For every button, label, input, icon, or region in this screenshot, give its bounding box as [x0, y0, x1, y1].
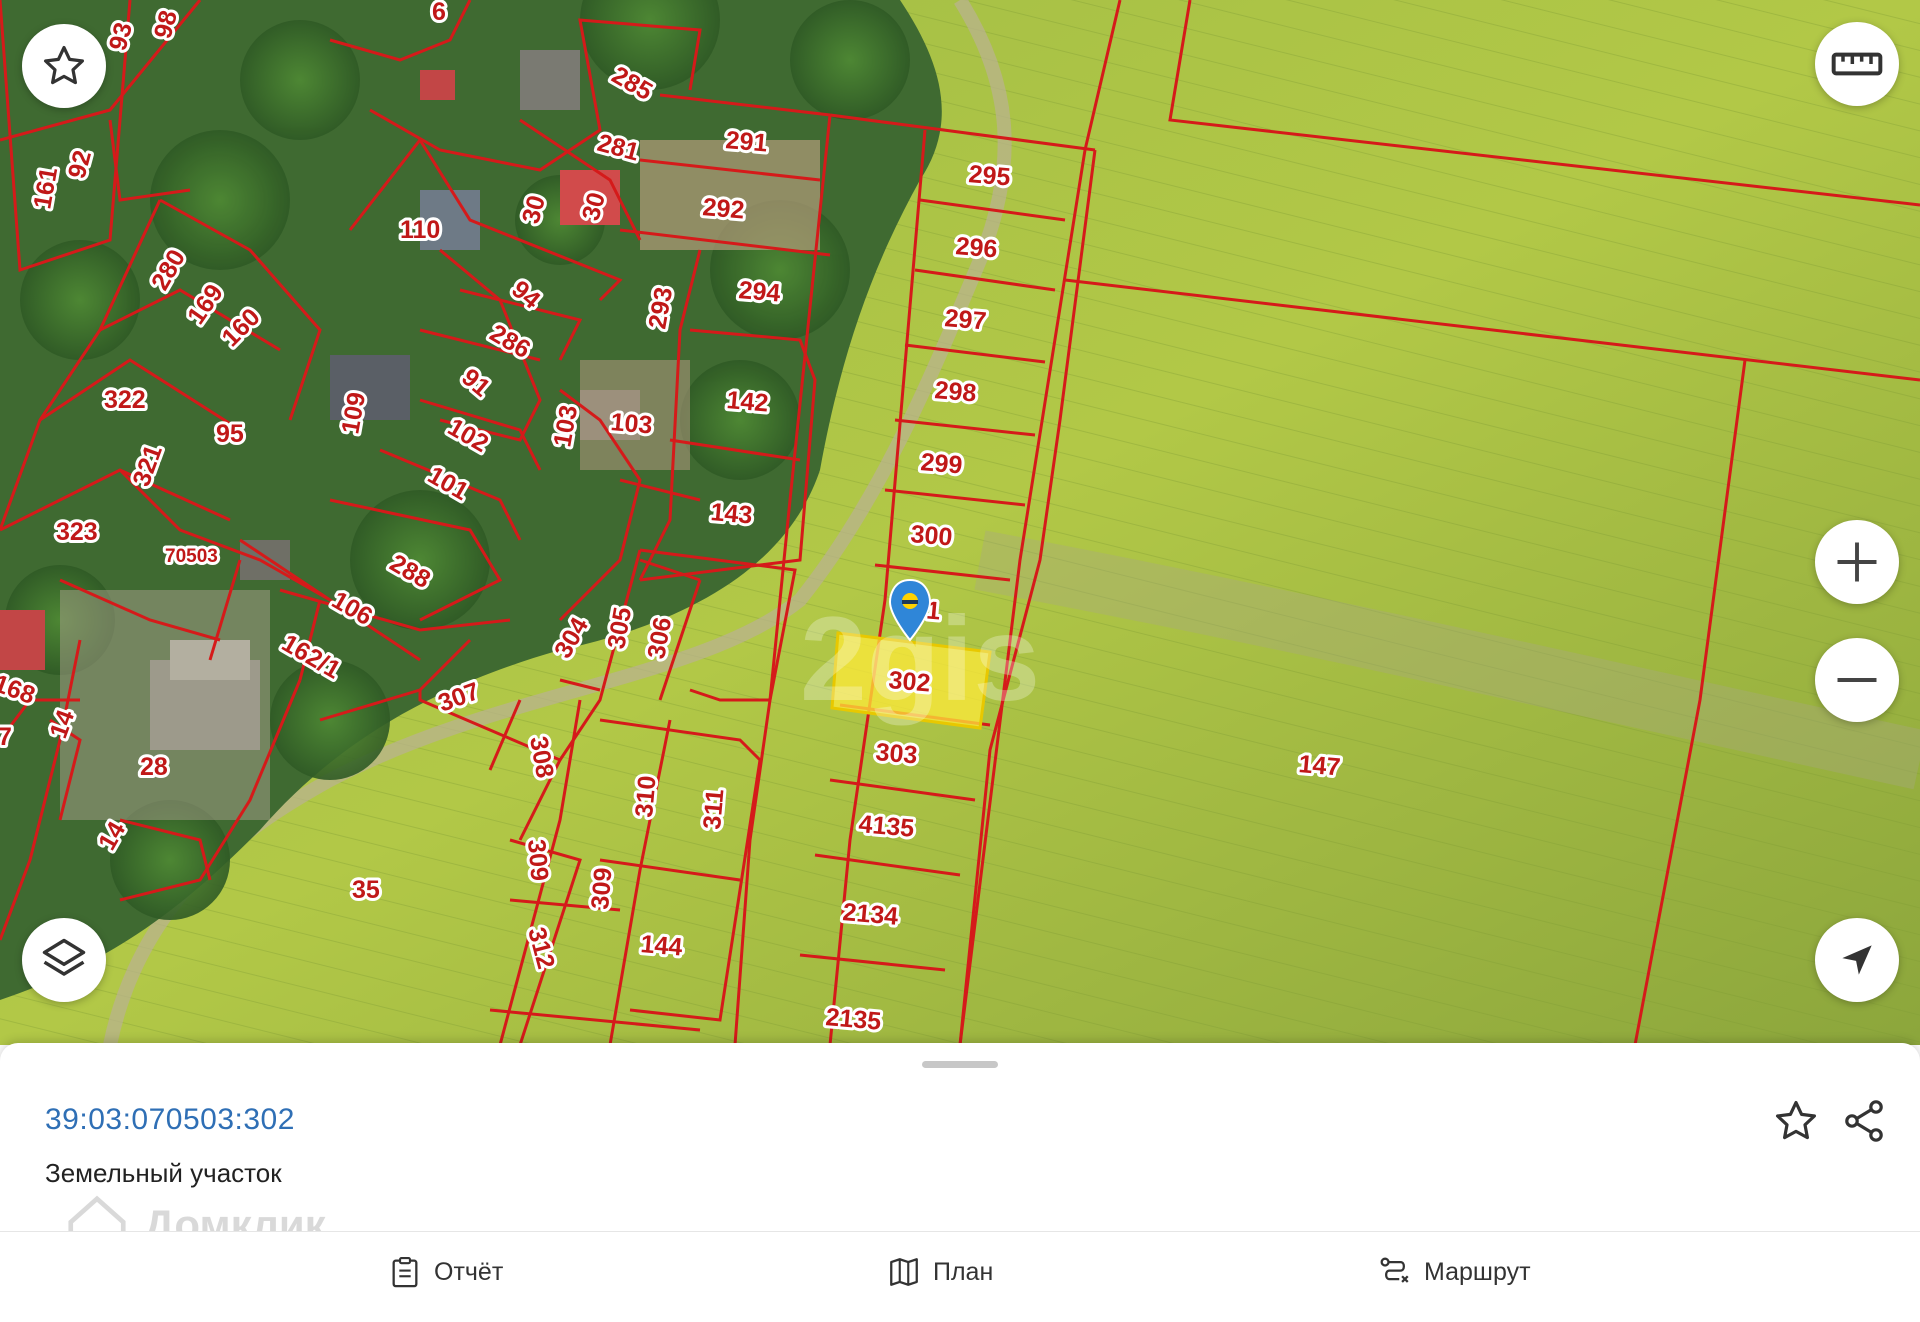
parcel-label: 110	[400, 216, 440, 244]
parcel-label: 296	[954, 232, 998, 264]
favorite-map-button[interactable]	[22, 24, 106, 108]
parcel-label: 28	[140, 753, 168, 781]
layers-icon	[42, 938, 86, 976]
navigation-arrow-icon	[1842, 945, 1872, 975]
parcel-label: 298	[933, 376, 977, 408]
minus-icon	[1837, 678, 1877, 682]
parcel-label: 323	[56, 518, 98, 546]
parcel-label: 302	[887, 666, 931, 698]
zoom-out-button[interactable]	[1815, 638, 1899, 722]
parcel-label: 144	[639, 930, 683, 962]
parcel-label: 142	[725, 386, 769, 418]
parcel-label: 300	[909, 520, 953, 552]
parcel-label: 2134	[841, 898, 899, 931]
parcel-label: 143	[709, 498, 753, 530]
parcel-label: 295	[967, 160, 1011, 192]
cadastral-number-link[interactable]: 39:03:070503:302	[45, 1103, 295, 1137]
parcel-label: 311	[698, 788, 729, 831]
bottom-action-bar: Отчёт План Маршрут	[0, 1231, 1920, 1322]
parcel-label: 309	[522, 838, 554, 882]
zoom-in-button[interactable]	[1815, 520, 1899, 604]
report-label: Отчёт	[434, 1257, 504, 1286]
parcel-label: 309	[586, 867, 618, 911]
parcel-label: 7	[0, 723, 12, 751]
route-icon	[1380, 1257, 1409, 1283]
parcel-label: 297	[943, 304, 987, 336]
parcel-label: 291	[724, 126, 768, 158]
sheet-drag-handle[interactable]	[922, 1061, 998, 1068]
ruler-button[interactable]	[1815, 22, 1899, 106]
parcel-label: 70503	[165, 546, 218, 567]
ruler-icon	[1831, 52, 1883, 76]
star-icon	[1776, 1101, 1816, 1140]
parcel-label: 147	[1297, 750, 1341, 782]
satellite-map[interactable]: 2gis 98 93 6 285 281 291 92 161 30 30 11…	[0, 0, 1920, 1045]
parcel-label: 299	[919, 448, 963, 480]
parcel-label: 292	[701, 193, 745, 225]
share-icon	[1845, 1100, 1883, 1142]
parcel-label: 303	[874, 738, 918, 770]
parcel-type-label: Земельный участок	[45, 1158, 282, 1188]
parcel-label: 35	[352, 876, 380, 904]
plan-label: План	[933, 1257, 994, 1286]
plan-button[interactable]: План	[887, 1252, 993, 1292]
parcel-label: 103	[609, 408, 653, 440]
parcel-label: 294	[737, 276, 781, 308]
my-location-button[interactable]	[1815, 918, 1899, 1002]
plus-icon	[1837, 542, 1877, 582]
parcel-label: 4135	[857, 810, 915, 843]
add-to-favorites-button[interactable]	[1772, 1097, 1820, 1145]
parcel-label: 2135	[824, 1003, 882, 1036]
report-icon	[392, 1257, 418, 1288]
report-button[interactable]: Отчёт	[388, 1252, 503, 1292]
parcel-label: 6	[432, 0, 446, 26]
route-label: Маршрут	[1424, 1257, 1531, 1286]
parcel-label: 95	[216, 420, 244, 448]
parcel-label: 310	[630, 775, 662, 819]
share-button[interactable]	[1840, 1097, 1888, 1145]
map-icon	[890, 1258, 918, 1286]
star-icon	[44, 46, 84, 85]
route-button[interactable]: Маршрут	[1378, 1252, 1531, 1292]
parcel-info-sheet: 39:03:070503:302 Земельный участок Домкл…	[0, 1043, 1920, 1254]
map-view[interactable]: 2gis 98 93 6 285 281 291 92 161 30 30 11…	[0, 0, 1920, 1045]
layers-button[interactable]	[22, 918, 106, 1002]
parcel-label: 322	[104, 386, 146, 414]
